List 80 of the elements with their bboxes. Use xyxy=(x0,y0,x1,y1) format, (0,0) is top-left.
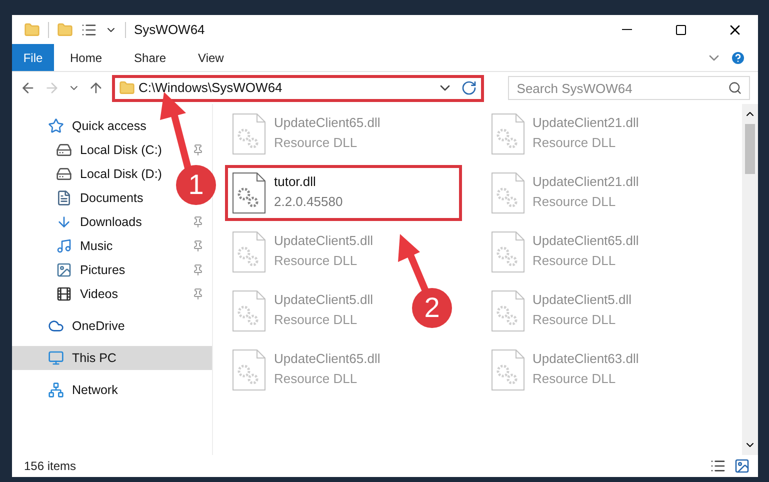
window-title: SysWOW64 xyxy=(134,20,206,39)
refresh-icon[interactable] xyxy=(460,80,477,96)
ribbon-tab[interactable]: File xyxy=(12,44,54,71)
drive-icon xyxy=(56,166,72,182)
gear-file-icon xyxy=(232,113,266,155)
document-icon xyxy=(56,190,72,206)
star-icon xyxy=(48,118,64,134)
file-name: UpdateClient5.dll xyxy=(274,232,374,250)
ribbon-tab[interactable]: Home xyxy=(54,44,118,71)
file-name: UpdateClient65.dll xyxy=(532,232,639,250)
drive-icon xyxy=(56,142,72,158)
network-icon xyxy=(48,382,64,398)
file-detail: Resource DLL xyxy=(532,134,617,152)
gear-file-icon xyxy=(490,290,524,332)
details-view-icon[interactable] xyxy=(710,458,726,474)
pin-icon xyxy=(192,264,204,276)
file-detail: Resource DLL xyxy=(532,370,617,388)
nav-item[interactable]: Local Disk (C:) xyxy=(12,138,212,162)
back-icon[interactable] xyxy=(20,80,36,96)
pin-icon xyxy=(192,144,204,156)
file-name: UpdateClient65.dll xyxy=(274,114,380,132)
file-detail: Resource DLL xyxy=(532,252,617,270)
nav-item[interactable]: Videos xyxy=(12,282,212,306)
ribbon-tab[interactable]: View xyxy=(182,44,240,71)
file-name: UpdateClient21.dll xyxy=(532,114,639,132)
minimize-icon xyxy=(622,29,632,30)
folder-icon xyxy=(24,22,40,38)
gear-file-icon xyxy=(490,231,524,273)
file-name: tutor.dll xyxy=(274,173,317,191)
gear-file-icon xyxy=(490,349,524,391)
address-path: C:\Windows\SysWOW64 xyxy=(138,79,284,98)
nav-item[interactable]: Documents xyxy=(12,186,152,210)
maximize-icon xyxy=(675,24,687,36)
search-field[interactable]: Search SysWOW64 xyxy=(508,76,750,100)
nav-item[interactable]: OneDrive xyxy=(12,314,133,338)
gear-file-icon xyxy=(490,172,524,214)
file-detail: Resource DLL xyxy=(532,310,617,328)
file-detail: Resource DLL xyxy=(274,134,358,152)
file-name: UpdateClient65.dll xyxy=(274,350,380,368)
search-icon xyxy=(728,81,742,95)
folder-icon xyxy=(118,80,135,96)
nav-item[interactable]: Music xyxy=(12,234,212,258)
gear-file-icon xyxy=(232,172,266,214)
file-name: UpdateClient63.dll xyxy=(532,350,639,368)
nav-item[interactable]: This PC xyxy=(12,346,212,370)
file-name: UpdateClient21.dll xyxy=(532,173,639,191)
file-name: UpdateClient5.dll xyxy=(532,291,632,309)
monitor-icon xyxy=(48,350,64,366)
gear-file-icon xyxy=(490,113,524,155)
address-bar[interactable]: C:\Windows\SysWOW64 xyxy=(112,74,484,102)
gear-file-icon xyxy=(232,231,266,273)
scrollbar-thumb[interactable] xyxy=(745,124,755,174)
up-icon[interactable] xyxy=(88,80,104,96)
picture-icon xyxy=(56,262,72,278)
nav-item[interactable]: Downloads xyxy=(12,210,212,234)
file-name: UpdateClient5.dll xyxy=(274,291,374,309)
nav-item[interactable]: Network xyxy=(12,378,126,402)
music-note-icon xyxy=(56,238,72,254)
pin-icon xyxy=(192,240,204,252)
tiles-view-icon[interactable] xyxy=(734,458,750,474)
ribbon-tab[interactable]: Share xyxy=(118,44,182,71)
gear-file-icon xyxy=(232,290,266,332)
film-icon xyxy=(56,286,72,302)
scrollbar[interactable] xyxy=(742,104,758,455)
nav-item[interactable]: Local Disk (D:) xyxy=(12,162,170,186)
cloud-icon xyxy=(48,318,64,334)
item-count: 156 items xyxy=(24,458,78,475)
file-detail: Resource DLL xyxy=(274,310,358,328)
file-tile[interactable]: tutor.dll 2.2.0.45580 xyxy=(225,165,462,221)
file-detail: Resource DLL xyxy=(532,192,617,210)
nav-item[interactable]: Pictures xyxy=(12,258,212,282)
file-detail: Resource DLL xyxy=(274,370,358,388)
pin-icon xyxy=(192,216,204,228)
nav-item[interactable]: Quick access xyxy=(12,114,154,138)
file-detail: Resource DLL xyxy=(274,252,358,270)
properties-icon[interactable] xyxy=(81,22,97,38)
help-icon[interactable] xyxy=(730,50,746,66)
gear-file-icon xyxy=(232,349,266,391)
pin-icon xyxy=(192,288,204,300)
file-detail: 2.2.0.45580 xyxy=(274,192,343,210)
